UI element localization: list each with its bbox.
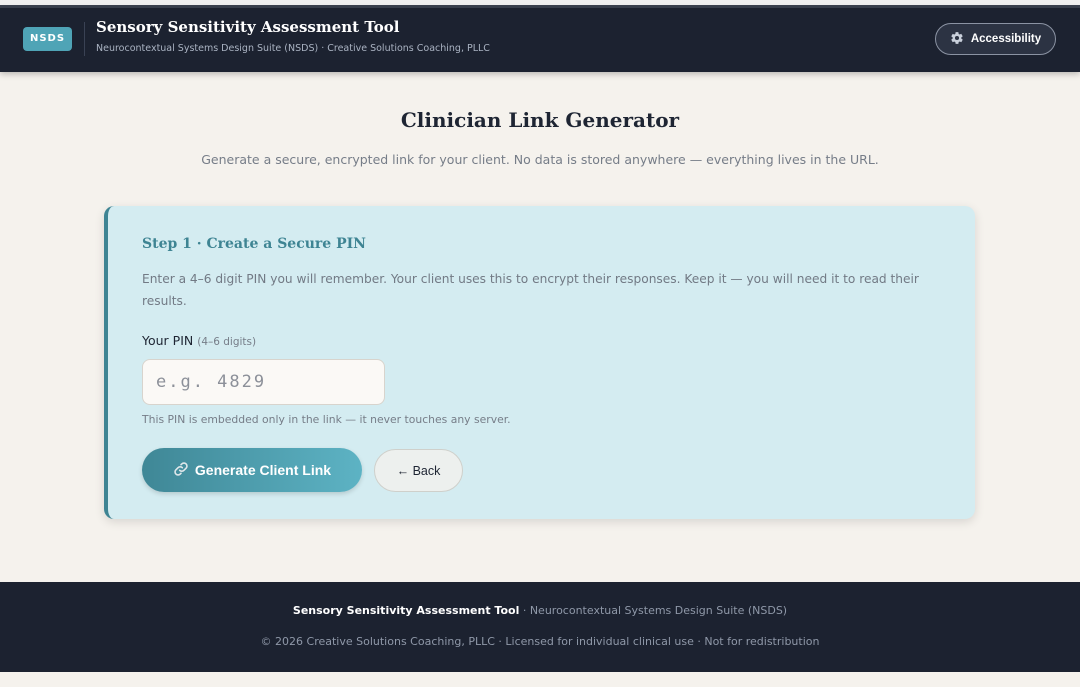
link-icon	[173, 461, 189, 480]
pin-label: Your PIN (4–6 digits)	[142, 333, 256, 348]
app-subtitle: Neurocontextual Systems Design Suite (NS…	[96, 43, 490, 54]
pin-step-card: Step 1 · Create a Secure PIN Enter a 4–6…	[104, 206, 975, 519]
header-divider	[84, 22, 85, 56]
gear-icon	[950, 31, 964, 48]
accessibility-button[interactable]: Accessibility	[935, 23, 1056, 55]
generate-label: Generate Client Link	[194, 462, 332, 478]
app-header: NSDS Sensory Sensitivity Assessment Tool…	[0, 8, 1080, 72]
step-title: Step 1 · Create a Secure PIN	[142, 236, 366, 252]
app-title: Sensory Sensitivity Assessment Tool	[96, 18, 400, 36]
footer-copyright: © 2026 Creative Solutions Coaching, PLLC…	[260, 635, 820, 648]
accessibility-label: Accessibility	[970, 33, 1042, 45]
pin-note: This PIN is embedded only in the link — …	[142, 413, 511, 426]
back-button[interactable]: ← Back	[374, 449, 463, 492]
nsds-logo: NSDS	[23, 27, 72, 51]
pin-hint: (4–6 digits)	[197, 336, 257, 348]
generate-client-link-button[interactable]: Generate Client Link	[142, 448, 362, 492]
footer-line-1: Sensory Sensitivity Assessment Tool · Ne…	[0, 604, 1080, 617]
step-description: Enter a 4–6 digit PIN you will remember.…	[142, 272, 919, 308]
pin-label-text: Your PIN	[142, 333, 194, 348]
pin-input[interactable]	[142, 359, 385, 405]
page-footer: Sensory Sensitivity Assessment Tool · Ne…	[0, 582, 1080, 672]
window-top-edge	[0, 0, 1080, 8]
footer-tool-name: Sensory Sensitivity Assessment Tool	[292, 604, 520, 617]
footer-suite: · Neurocontextual Systems Design Suite (…	[519, 604, 788, 617]
page-subtitle: Generate a secure, encrypted link for yo…	[201, 152, 879, 167]
page-title: Clinician Link Generator	[400, 108, 680, 132]
